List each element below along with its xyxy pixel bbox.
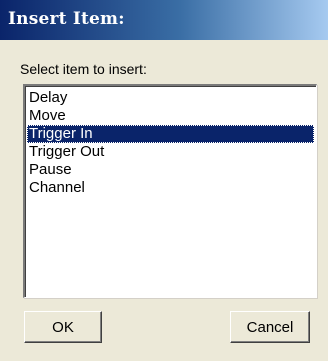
list-item-trigger-in[interactable]: Trigger In [27,125,314,143]
select-item-prompt: Select item to insert: [20,61,147,77]
list-item-delay[interactable]: Delay [27,89,314,107]
list-item-channel[interactable]: Channel [27,179,314,197]
ok-button[interactable]: OK [24,311,102,343]
list-item-trigger-out[interactable]: Trigger Out [27,143,314,161]
insert-item-dialog: Insert Item: Select item to insert: Dela… [0,0,328,361]
list-item-pause[interactable]: Pause [27,161,314,179]
item-listbox[interactable]: Delay Move Trigger In Trigger Out Pause … [23,84,317,298]
title-bar[interactable]: Insert Item: [0,0,328,40]
list-item-move[interactable]: Move [27,107,314,125]
window-title: Insert Item: [8,9,125,29]
cancel-button[interactable]: Cancel [230,311,310,343]
